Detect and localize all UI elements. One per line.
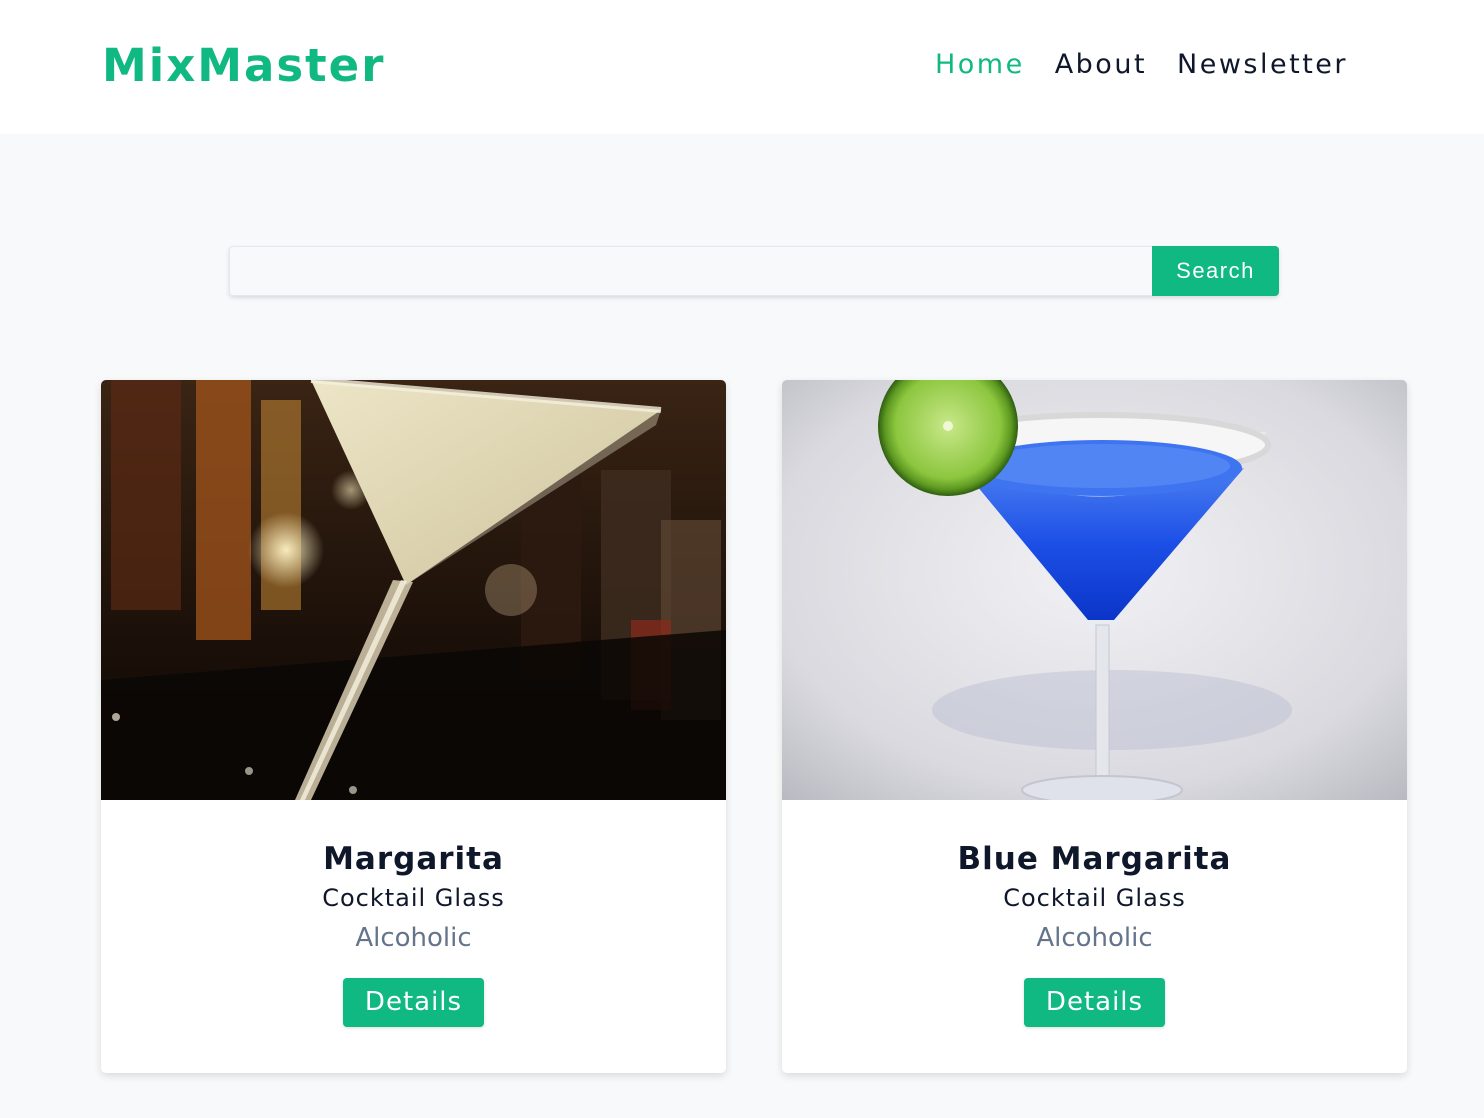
card-body: Margarita Cocktail Glass Alcoholic Detai… [101,800,726,1027]
cocktail-type: Alcoholic [1036,923,1153,953]
nav-link-home[interactable]: Home [935,48,1025,82]
navbar: MixMaster Home About Newsletter [0,0,1484,134]
cocktail-name: Margarita [323,841,504,877]
details-button-blue-margarita[interactable]: Details [1023,978,1166,1027]
cocktail-type: Alcoholic [355,923,472,953]
search-form: Search [229,246,1279,296]
cocktail-image-margarita [101,380,726,800]
cocktail-glass: Cocktail Glass [322,884,505,912]
nav-links: Home About Newsletter [935,48,1348,82]
details-button-margarita[interactable]: Details [342,978,485,1027]
search-input[interactable] [229,246,1152,296]
cocktail-image-blue-margarita [782,380,1407,800]
cocktail-card-margarita: Margarita Cocktail Glass Alcoholic Detai… [101,380,726,1073]
nav-link-about[interactable]: About [1055,48,1147,82]
cocktail-card-blue-margarita: Blue Margarita Cocktail Glass Alcoholic … [782,380,1407,1073]
search-button[interactable]: Search [1152,246,1279,296]
cocktail-glass: Cocktail Glass [1003,884,1186,912]
nav-link-newsletter[interactable]: Newsletter [1177,48,1348,82]
card-body: Blue Margarita Cocktail Glass Alcoholic … [782,800,1407,1027]
brand-logo[interactable]: MixMaster [102,38,385,94]
cocktail-name: Blue Margarita [957,841,1232,877]
